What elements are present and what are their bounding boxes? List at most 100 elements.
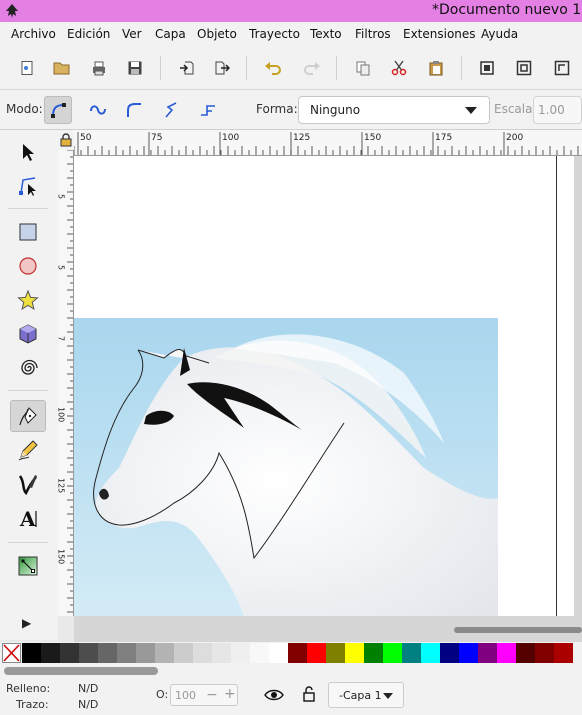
print-icon[interactable] [89, 58, 109, 78]
color-swatch[interactable] [535, 643, 554, 663]
color-swatch[interactable] [269, 643, 288, 663]
gradient-tool-icon[interactable] [10, 550, 46, 582]
color-swatch[interactable] [421, 643, 440, 663]
chevron-down-icon [383, 693, 393, 699]
palette-scrollbar[interactable] [0, 664, 582, 678]
pen-tool-icon[interactable] [10, 400, 46, 432]
ruler-label: 7 [58, 336, 66, 341]
star-tool-icon[interactable] [10, 284, 46, 316]
color-swatch[interactable] [497, 643, 516, 663]
color-swatch[interactable] [193, 643, 212, 663]
rectangle-tool-icon[interactable] [10, 216, 46, 248]
new-document-icon[interactable] [17, 58, 37, 78]
color-swatch[interactable] [402, 643, 421, 663]
color-swatch[interactable] [554, 643, 573, 663]
color-swatch[interactable] [478, 643, 497, 663]
toolbar-separator [246, 56, 247, 80]
menu-extensiones[interactable]: Extensiones [403, 27, 476, 41]
unlock-icon[interactable] [302, 686, 316, 702]
zoom-selection-icon[interactable] [477, 58, 497, 78]
straight-segments-icon[interactable] [157, 96, 185, 124]
stroke-value[interactable]: N/D [78, 698, 98, 711]
scale-input[interactable]: 1.00 [533, 96, 582, 124]
color-swatch[interactable] [22, 643, 41, 663]
redo-icon[interactable] [302, 58, 322, 78]
spiro-mode-icon[interactable] [84, 96, 112, 124]
layer-select[interactable]: -Capa 1 [328, 682, 404, 708]
color-swatch[interactable] [155, 643, 174, 663]
menu-trayecto[interactable]: Trayecto [249, 27, 300, 41]
paraxial-mode-icon[interactable] [194, 96, 222, 124]
import-icon[interactable] [177, 58, 197, 78]
menu-texto[interactable]: Texto [310, 27, 342, 41]
menu-objeto[interactable]: Objeto [197, 27, 237, 41]
color-swatch[interactable] [98, 643, 117, 663]
color-swatch[interactable] [117, 643, 136, 663]
open-document-icon[interactable] [52, 58, 72, 78]
menu-filtros[interactable]: Filtros [355, 27, 391, 41]
eye-icon[interactable] [264, 688, 284, 702]
selector-tool-icon[interactable] [10, 136, 46, 168]
color-swatch[interactable] [345, 643, 364, 663]
horse-photo[interactable] [74, 318, 498, 616]
shape-select-value: Ninguno [310, 103, 361, 117]
undo-icon[interactable] [263, 58, 283, 78]
fill-label: Relleno: [6, 682, 51, 695]
color-swatch[interactable] [326, 643, 345, 663]
opacity-increase-button[interactable]: + [224, 686, 236, 702]
color-swatch[interactable] [212, 643, 231, 663]
box-3d-tool-icon[interactable] [10, 318, 46, 350]
fill-value[interactable]: N/D [78, 682, 98, 695]
menu-archivo[interactable]: Archivo [11, 27, 56, 41]
bezier-mode-icon[interactable] [44, 96, 72, 124]
status-bar: Relleno: N/D Trazo: N/D O: 100 − + -Capa… [0, 678, 582, 715]
color-swatch[interactable] [41, 643, 60, 663]
export-icon[interactable] [212, 58, 232, 78]
text-tool-icon[interactable]: A [10, 502, 46, 534]
color-swatch[interactable] [516, 643, 535, 663]
vertical-scrollbar[interactable] [574, 156, 582, 616]
zoom-drawing-icon[interactable] [514, 58, 534, 78]
color-swatch[interactable] [307, 643, 326, 663]
cut-icon[interactable] [389, 58, 409, 78]
pencil-tool-icon[interactable] [10, 434, 46, 466]
color-swatch[interactable] [174, 643, 193, 663]
horizontal-ruler[interactable]: 50 75 100 125 150 175 200 [74, 130, 582, 156]
zoom-page-icon[interactable] [552, 58, 572, 78]
color-swatch[interactable] [231, 643, 250, 663]
color-swatch[interactable] [459, 643, 478, 663]
copy-icon[interactable] [353, 58, 373, 78]
menu-ver[interactable]: Ver [122, 27, 142, 41]
menu-ayuda[interactable]: Ayuda [481, 27, 518, 41]
ellipse-tool-icon[interactable] [10, 250, 46, 282]
color-swatch[interactable] [60, 643, 79, 663]
paste-icon[interactable] [426, 58, 446, 78]
drawing-canvas[interactable] [74, 156, 582, 616]
opacity-input[interactable]: 100 − + [170, 684, 238, 706]
menu-capa[interactable]: Capa [155, 27, 186, 41]
color-swatch[interactable] [383, 643, 402, 663]
lock-icon[interactable] [60, 133, 72, 147]
bspline-mode-icon[interactable] [120, 96, 148, 124]
color-swatch[interactable] [136, 643, 155, 663]
toolbox-separator [8, 390, 48, 391]
ruler-label: 125 [293, 133, 310, 143]
calligraphy-tool-icon[interactable] [10, 468, 46, 500]
color-swatch[interactable] [288, 643, 307, 663]
color-swatch[interactable] [250, 643, 269, 663]
vertical-ruler[interactable]: 557100125150175 [58, 150, 74, 616]
menu-edicion[interactable]: Edición [67, 27, 110, 41]
node-tool-icon[interactable] [10, 170, 46, 202]
horizontal-scrollbar[interactable] [74, 616, 582, 642]
color-swatch[interactable] [440, 643, 459, 663]
opacity-decrease-button[interactable]: − [206, 687, 218, 703]
spiral-tool-icon[interactable] [10, 352, 46, 384]
save-icon[interactable] [125, 58, 145, 78]
color-swatch[interactable] [364, 643, 383, 663]
color-swatch[interactable] [79, 643, 98, 663]
no-paint-swatch[interactable] [2, 643, 21, 663]
toolbox-more-icon[interactable]: ▶ [22, 616, 31, 630]
horizontal-scrollbar-thumb[interactable] [454, 627, 582, 633]
shape-select[interactable]: Ninguno [298, 96, 490, 124]
palette-scrollbar-thumb[interactable] [4, 667, 158, 675]
